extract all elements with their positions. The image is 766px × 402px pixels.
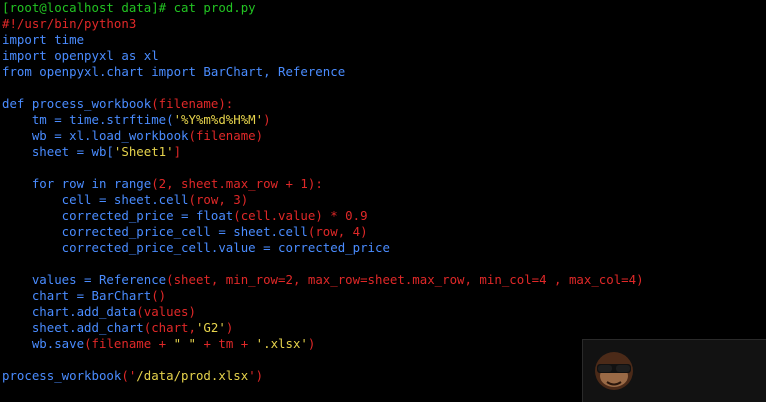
code-line: tm = time.strftime('%Y%m%d%H%M'): [0, 112, 766, 128]
code-token: import time: [2, 32, 85, 47]
terminal-output: [root@localhost data]# cat prod.py #!/usr…: [0, 0, 766, 384]
code-token: values = Reference: [2, 272, 167, 287]
code-token: corrected_price = float: [2, 208, 234, 223]
code-line: sheet = wb['Sheet1']: [0, 144, 766, 160]
code-token: corrected_price_cell = sheet.cell: [2, 224, 308, 239]
code-token: process_workbook: [2, 368, 122, 383]
code-token: corrected_price_cell.value = corrected_p…: [2, 240, 390, 255]
code-token: [root@localhost data]# cat prod.py: [2, 0, 256, 15]
code-token: '): [248, 368, 264, 383]
code-token: ]: [173, 144, 182, 159]
code-token: ): [225, 320, 234, 335]
code-token: ): [307, 336, 316, 351]
code-token: from openpyxl.chart import BarChart, Ref…: [2, 64, 346, 79]
code-token: ): [263, 112, 271, 127]
code-line: wb = xl.load_workbook(filename): [0, 128, 766, 144]
code-line: from openpyxl.chart import BarChart, Ref…: [0, 64, 766, 80]
code-token: (values): [136, 304, 196, 319]
code-token: for row in range: [2, 176, 152, 191]
code-token: (row, 3): [188, 192, 249, 207]
code-line: import time: [0, 32, 766, 48]
code-line: sheet.add_chart(chart,'G2'): [0, 320, 766, 336]
code-token: (': [121, 368, 137, 383]
code-token: tm = time.strftime(: [2, 112, 174, 127]
code-token: /data/prod.xlsx: [136, 368, 249, 383]
code-token: (cell.value) * 0.9: [233, 208, 368, 223]
code-token: (): [151, 288, 167, 303]
code-line: corrected_price_cell.value = corrected_p…: [0, 240, 766, 256]
shell-prompt-line: [root@localhost data]# cat prod.py: [0, 0, 766, 16]
code-line: chart = BarChart(): [0, 288, 766, 304]
code-token: 'G2': [195, 320, 226, 335]
code-token: def process_workbook: [2, 96, 152, 111]
code-token: + tm +: [195, 336, 256, 351]
code-token: #!/usr/bin/python3: [2, 16, 137, 31]
watermark-badge: [582, 339, 766, 402]
code-token: '%Y%m%d%H%M': [173, 112, 264, 127]
code-line: cell = sheet.cell(row, 3): [0, 192, 766, 208]
monkey-sunglasses-icon: [595, 352, 633, 390]
code-token: (chart,: [143, 320, 196, 335]
code-token: (filename +: [84, 336, 174, 351]
code-token: chart.add_data: [2, 304, 137, 319]
code-line: import openpyxl as xl: [0, 48, 766, 64]
code-line: chart.add_data(values): [0, 304, 766, 320]
code-line: corrected_price_cell = sheet.cell(row, 4…: [0, 224, 766, 240]
code-line: values = Reference(sheet, min_row=2, max…: [0, 272, 766, 288]
code-token: wb = xl.load_workbook: [2, 128, 189, 143]
code-token: (filename): [188, 128, 264, 143]
code-token: cell = sheet.cell: [2, 192, 189, 207]
code-token: (row, 4): [307, 224, 368, 239]
code-line: #!/usr/bin/python3: [0, 16, 766, 32]
code-token: sheet.add_chart: [2, 320, 144, 335]
code-token: wb.save: [2, 336, 85, 351]
code-token: (sheet, min_row=2, max_row=sheet.max_row…: [166, 272, 644, 287]
code-token: " ": [173, 336, 196, 351]
code-token: chart = BarChart: [2, 288, 152, 303]
code-token: (filename):: [151, 96, 234, 111]
code-token: '.xlsx': [255, 336, 308, 351]
code-token: 'Sheet1': [113, 144, 174, 159]
code-token: (2, sheet.max_row + 1):: [151, 176, 323, 191]
code-line: def process_workbook(filename):: [0, 96, 766, 112]
code-token: sheet = wb[: [2, 144, 114, 159]
code-line: corrected_price = float(cell.value) * 0.…: [0, 208, 766, 224]
code-line: for row in range(2, sheet.max_row + 1):: [0, 176, 766, 192]
code-token: import openpyxl as xl: [2, 48, 159, 63]
